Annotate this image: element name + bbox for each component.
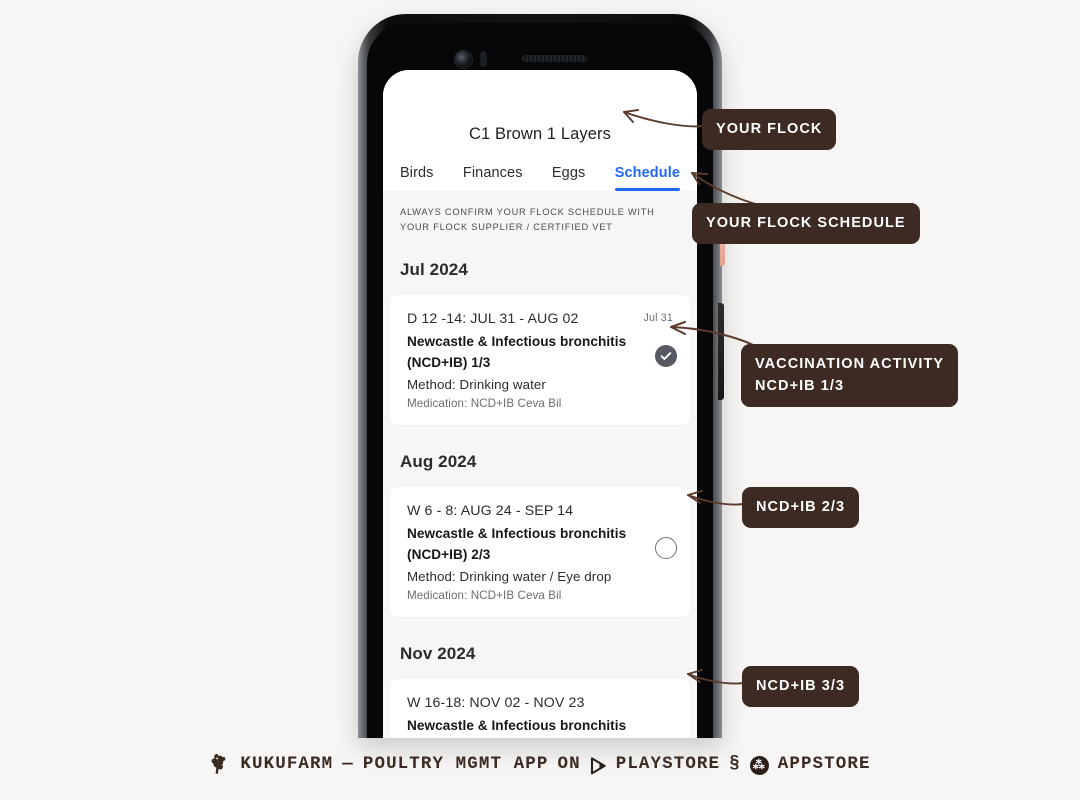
footer-brand: KUKUFARM bbox=[240, 754, 334, 774]
earpiece-speaker-icon bbox=[522, 55, 587, 62]
footer-playstore-label[interactable]: PLAYSTORE bbox=[616, 754, 720, 774]
apple-glyph: ⁂ bbox=[752, 758, 766, 772]
callout-your-flock-schedule: YOUR FLOCK SCHEDULE bbox=[692, 203, 920, 245]
arrow-to-dose2-card bbox=[687, 490, 745, 506]
card-medication: Medication: NCD+IB Ceva Bil bbox=[407, 397, 562, 411]
screenshot-stage: C1 Brown 1 Layers Birds Finances Eggs Sc… bbox=[0, 0, 1080, 800]
card-date-range: W 16-18: NOV 02 - NOV 23 bbox=[407, 695, 585, 712]
empty-circle-icon[interactable] bbox=[655, 537, 677, 560]
arrow-to-dose3-card bbox=[687, 669, 745, 685]
schedule-card[interactable]: W 6 - 8: AUG 24 - SEP 14 Newcastle & Inf… bbox=[390, 487, 690, 618]
card-date-range: D 12 -14: JUL 31 - AUG 02 bbox=[407, 311, 579, 328]
footer-dash: — bbox=[342, 754, 354, 774]
callout-your-flock: YOUR FLOCK bbox=[702, 109, 837, 151]
tab-schedule[interactable]: Schedule bbox=[614, 165, 680, 191]
tab-finances[interactable]: Finances bbox=[463, 165, 523, 191]
schedule-list[interactable]: ALWAYS CONFIRM YOUR FLOCK SCHEDULE WITH … bbox=[383, 191, 697, 738]
footer-tagline: POULTRY MGMT APP bbox=[362, 754, 549, 774]
card-vaccine-title: Newcastle & Infectious bronchitis (NCD+I… bbox=[407, 718, 627, 734]
card-method: Method: Drinking water / Eye drop bbox=[407, 569, 612, 585]
tab-bar[interactable]: Birds Finances Eggs Schedule bbox=[383, 144, 697, 191]
tab-birds-label: Birds bbox=[400, 165, 434, 181]
rooster-logo-icon bbox=[211, 753, 226, 774]
phone-screen: C1 Brown 1 Layers Birds Finances Eggs Sc… bbox=[383, 70, 697, 738]
camera-lens-icon bbox=[455, 51, 472, 68]
month-header: Aug 2024 bbox=[383, 443, 697, 488]
tab-birds[interactable]: Birds bbox=[400, 165, 434, 191]
month-header: Nov 2024 bbox=[383, 635, 697, 680]
card-date-range: W 6 - 8: AUG 24 - SEP 14 bbox=[407, 503, 574, 520]
tab-finances-label: Finances bbox=[462, 165, 523, 181]
footer-bar: KUKUFARM — POULTRY MGMT APP ON PLAYSTORE… bbox=[0, 752, 1080, 776]
arrow-to-flock-title bbox=[623, 109, 705, 128]
disclaimer-text: ALWAYS CONFIRM YOUR FLOCK SCHEDULE WITH … bbox=[383, 191, 697, 252]
card-medication: Medication: NCD+IB Ceva Bil bbox=[407, 589, 562, 603]
tab-schedule-label: Schedule bbox=[614, 165, 680, 181]
spacer bbox=[383, 425, 697, 444]
apple-appstore-icon[interactable]: ⁂ bbox=[749, 755, 769, 775]
footer-appstore-label[interactable]: APPSTORE bbox=[778, 754, 871, 774]
tab-eggs[interactable]: Eggs bbox=[552, 165, 585, 191]
footer-on: ON bbox=[557, 754, 581, 774]
callout-ncdib-2-3: NCD+IB 2/3 bbox=[742, 487, 860, 529]
card-vaccine-title: Newcastle & Infectious bronchitis (NCD+I… bbox=[407, 334, 627, 371]
schedule-card[interactable]: Jul 31 D 12 -14: JUL 31 - AUG 02 Newcast… bbox=[390, 295, 690, 426]
card-method: Method: Drinking water bbox=[407, 377, 546, 393]
callout-vaccination-activity: VACCINATION ACTIVITY NCD+IB 1/3 bbox=[741, 344, 959, 408]
footer-divider: § bbox=[729, 754, 741, 774]
callout-ncdib-3-3: NCD+IB 3/3 bbox=[742, 666, 860, 708]
tab-eggs-label: Eggs bbox=[551, 165, 586, 181]
schedule-card[interactable]: W 16-18: NOV 02 - NOV 23 Newcastle & Inf… bbox=[390, 679, 690, 738]
tab-active-indicator bbox=[614, 187, 680, 191]
proximity-sensor-icon bbox=[480, 51, 487, 67]
month-header: Jul 2024 bbox=[383, 251, 697, 296]
spacer bbox=[383, 617, 697, 636]
google-play-triangle-icon[interactable] bbox=[590, 757, 607, 775]
card-vaccine-title: Newcastle & Infectious bronchitis (NCD+I… bbox=[407, 526, 627, 563]
